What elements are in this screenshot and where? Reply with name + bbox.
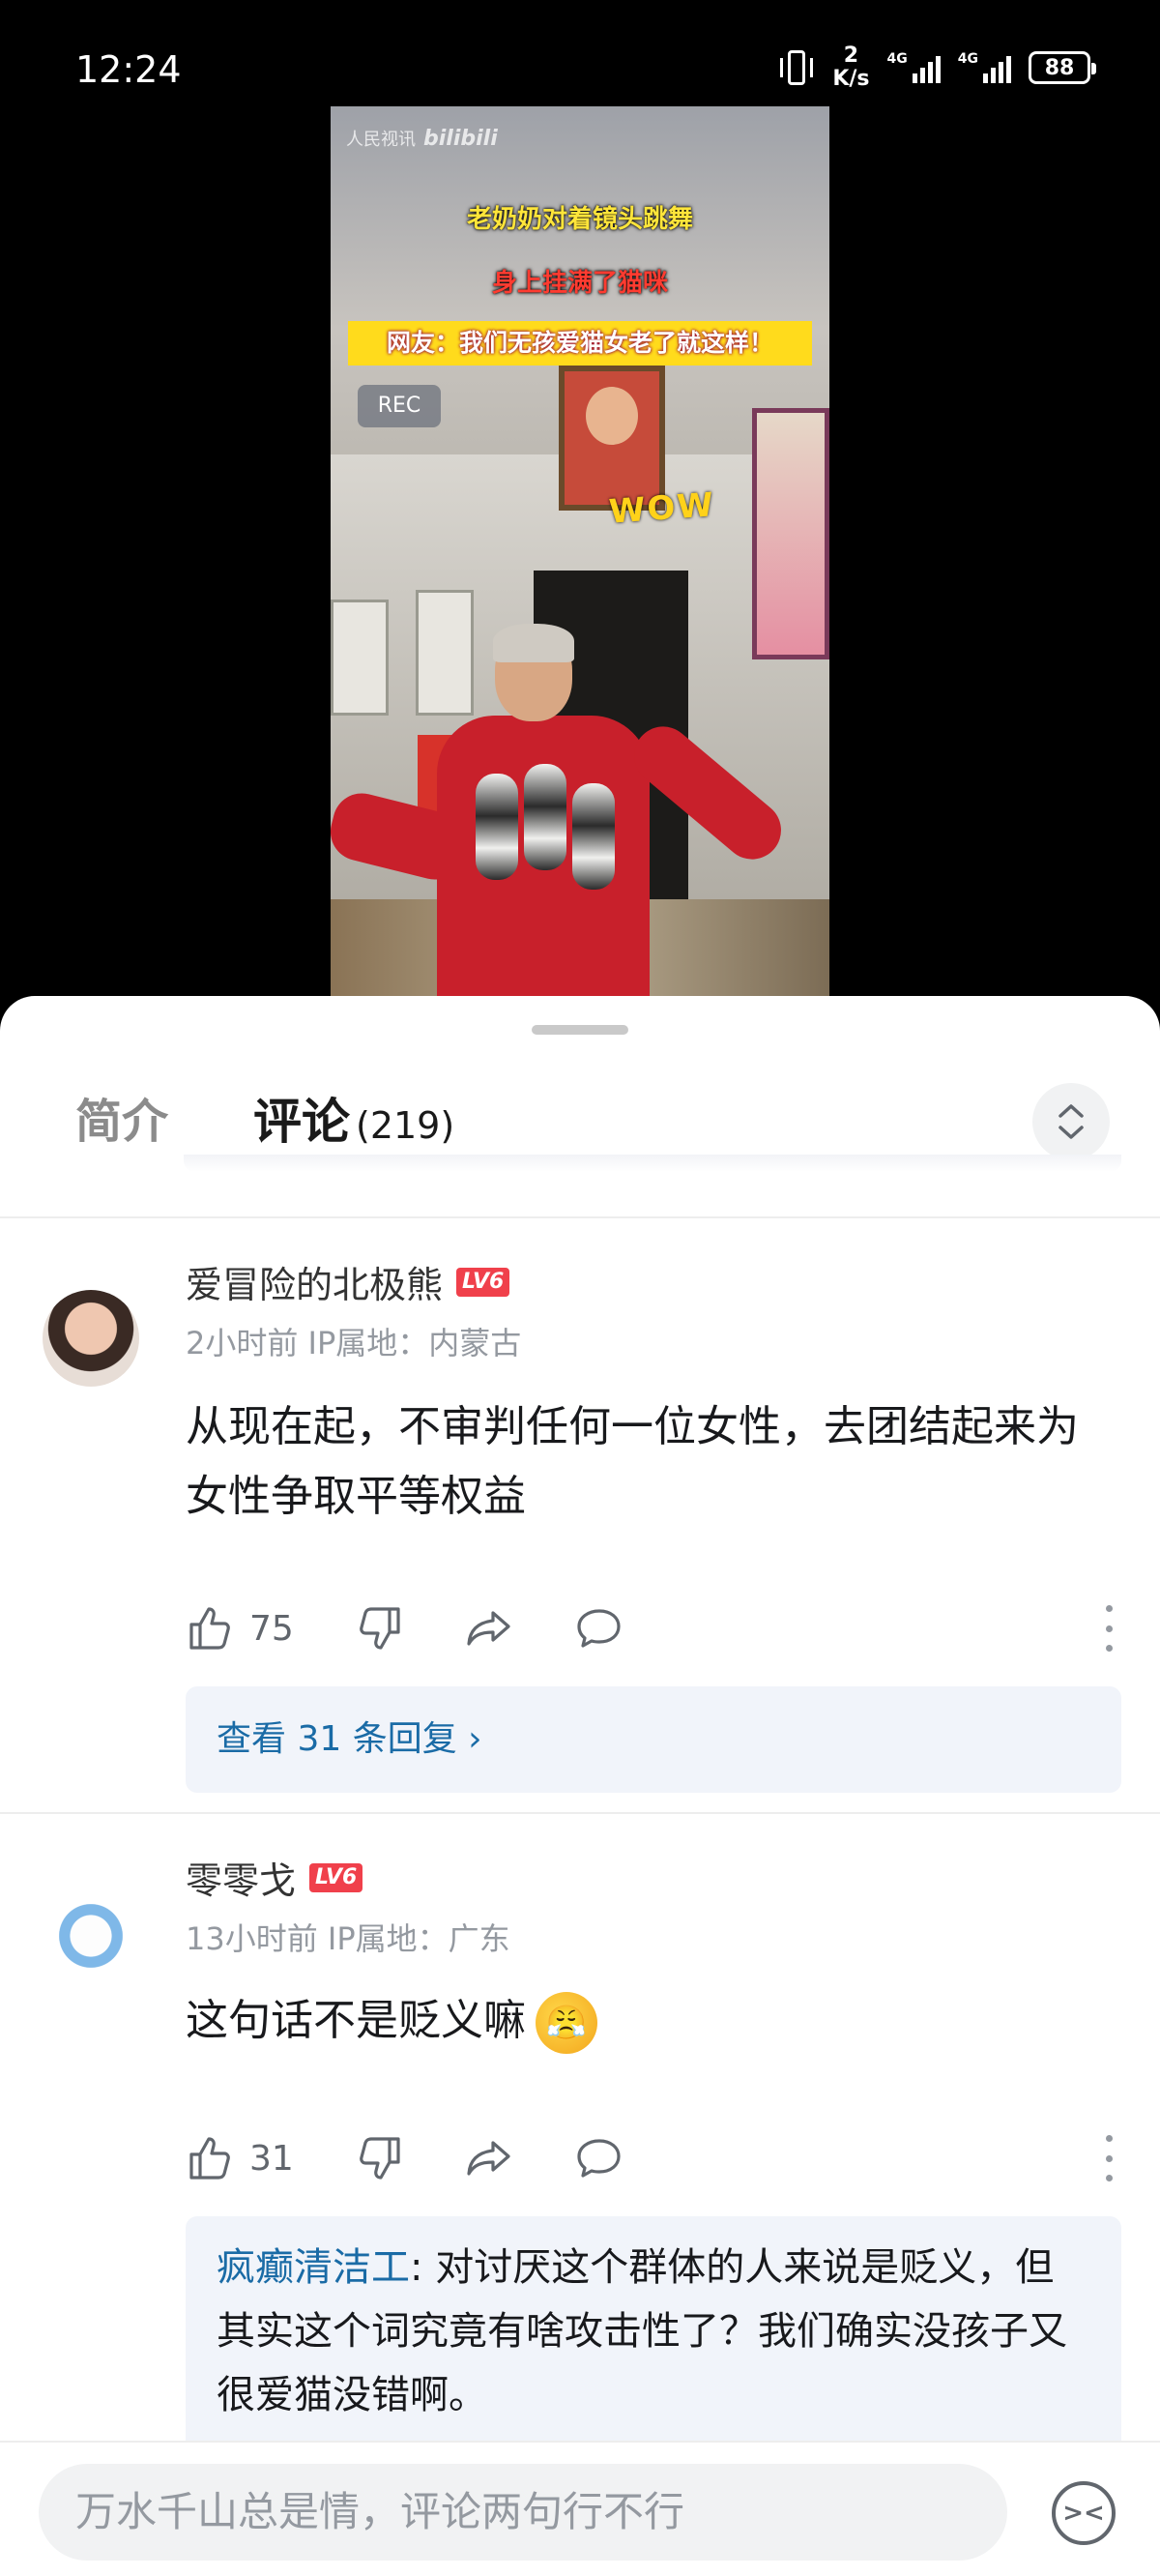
view-replies-link[interactable]: 查看 31 条回复 › (186, 1686, 1121, 1793)
expand-collapse-icon (1058, 1104, 1084, 1139)
comment-ip: IP属地：内蒙古 (307, 1325, 522, 1361)
comment-actions: 31 (186, 2129, 1114, 2187)
reply-button[interactable] (574, 2133, 624, 2183)
like-count: 31 (249, 2138, 294, 2179)
thumbs-up-icon (189, 1607, 230, 1650)
username-text: 爱冒险的北极熊 (186, 1264, 444, 1306)
video-caption-2: 身上挂满了猫咪 (491, 269, 668, 298)
watermark-brand: bilibili (423, 126, 498, 151)
emoji-icon: 😤 (536, 1992, 597, 2054)
thumbs-down-icon (359, 2137, 400, 2180)
rec-badge: REC (358, 385, 441, 427)
replies-preview[interactable]: 查看 31 条回复 › (186, 1686, 1121, 1793)
vibrate-icon (778, 50, 815, 85)
video-player[interactable]: 人民视讯 bilibili 老奶奶对着镜头跳舞 身上挂满了猫咪 网友：我们无孩爱… (331, 106, 829, 996)
network-type-label-2: 4G (957, 51, 978, 67)
comment-text[interactable]: 这句话不是贬义嘛 😤 (186, 1986, 1114, 2056)
comment-input-bar: 万水千山总是情，评论两句行不行 >< (0, 2441, 1160, 2576)
video-watermark: 人民视讯 bilibili (346, 126, 498, 151)
signal-icon-2: 4G (958, 52, 1011, 83)
username-text: 零零戈 (186, 1859, 297, 1902)
comment-time: 2小时前 (186, 1325, 299, 1361)
tab-comments-label: 评论 (253, 1094, 350, 1150)
emoji-face-icon: >< (1062, 2499, 1105, 2528)
comment-ip: IP属地：广东 (327, 1920, 510, 1957)
previous-item-edge (184, 1155, 1121, 1172)
comment-text-body: 这句话不是贬义嘛 (186, 1996, 526, 2045)
network-speed-value: 2 (843, 44, 859, 68)
share-icon (467, 2141, 510, 2176)
video-caption-3: 网友：我们无孩爱猫女老了就这样！ (348, 321, 812, 366)
like-count: 75 (249, 1608, 294, 1649)
dislike-button[interactable] (354, 1603, 404, 1654)
expand-collapse-button[interactable] (1032, 1083, 1110, 1160)
share-button[interactable] (464, 2133, 514, 2183)
comment-actions: 75 (186, 1599, 1114, 1657)
status-bar: 12:24 2 K/s 4G 4G 88 (0, 0, 1160, 106)
wow-sticker: WOW (607, 485, 717, 532)
comment-meta: 13小时前 IP属地：广东 (186, 1915, 510, 1959)
level-badge: LV6 (456, 1267, 510, 1297)
reply-button[interactable] (574, 1603, 624, 1654)
comment-username[interactable]: 零零戈 LV6 (186, 1851, 363, 1904)
network-speed: 2 K/s (832, 44, 869, 91)
reply-preview-text: 疯癫清洁工: 对讨厌这个群体的人来说是贬义，但其实这个词究竟有啥攻击性了？我们确… (186, 2216, 1121, 2446)
avatar[interactable] (43, 1888, 139, 1984)
tab-comments-count: (219) (356, 1104, 455, 1147)
video-scene-portrait-face (586, 387, 638, 445)
level-badge: LV6 (309, 1862, 363, 1892)
like-button[interactable]: 31 (186, 2133, 294, 2183)
comment-username[interactable]: 爱冒险的北极熊 LV6 (186, 1255, 510, 1308)
video-scene-cat (476, 774, 518, 880)
tab-bar: 简介 评论 (219) (0, 1054, 1160, 1170)
comment-input[interactable]: 万水千山总是情，评论两句行不行 (39, 2464, 1007, 2561)
avatar[interactable] (43, 1290, 139, 1387)
video-caption-1: 老奶奶对着镜头跳舞 (466, 205, 693, 234)
share-button[interactable] (464, 1603, 514, 1654)
video-scene-painting (416, 590, 474, 716)
comment-icon (577, 2139, 621, 2178)
more-options-icon[interactable] (1104, 1605, 1114, 1652)
battery-level: 88 (1044, 55, 1075, 80)
comment-icon (577, 1609, 621, 1648)
share-icon (467, 1611, 510, 1646)
more-options-icon[interactable] (1104, 2135, 1114, 2181)
video-scene-hair (493, 624, 574, 662)
tab-comments[interactable]: 评论 (219) (253, 1083, 454, 1153)
status-time: 12:24 (75, 48, 182, 91)
thumbs-up-icon (189, 2137, 230, 2180)
reply-author[interactable]: 疯癫清洁工 (217, 2245, 410, 2290)
battery-icon: 88 (1029, 51, 1096, 84)
status-icons: 2 K/s 4G 4G 88 (778, 44, 1096, 91)
video-scene-painting (331, 600, 389, 716)
divider (0, 1216, 1160, 1218)
drag-handle[interactable] (532, 1025, 628, 1035)
like-button[interactable]: 75 (186, 1603, 294, 1654)
comment-meta: 2小时前 IP属地：内蒙古 (186, 1319, 521, 1363)
video-scene-cat (572, 783, 615, 890)
divider (0, 1812, 1160, 1814)
signal-icon: 4G (887, 52, 941, 83)
comment-time: 13小时前 (186, 1920, 318, 1957)
emoji-button[interactable]: >< (1052, 2481, 1116, 2545)
tab-intro[interactable]: 简介 (75, 1083, 168, 1151)
network-speed-unit: K/s (832, 67, 870, 91)
dislike-button[interactable] (354, 2133, 404, 2183)
comments-sheet: 简介 评论 (219) 爱冒险的北极熊 LV6 2小时前 IP属地：内蒙古 从现… (0, 996, 1160, 2576)
comment-text[interactable]: 从现在起，不审判任何一位女性，去团结起来为女性争取平等权益 (186, 1392, 1114, 1532)
video-scene-painting (752, 408, 829, 659)
thumbs-down-icon (359, 1607, 400, 1650)
watermark-source: 人民视讯 (346, 130, 416, 150)
network-type-label: 4G (886, 51, 908, 67)
video-scene-cat (524, 764, 566, 870)
